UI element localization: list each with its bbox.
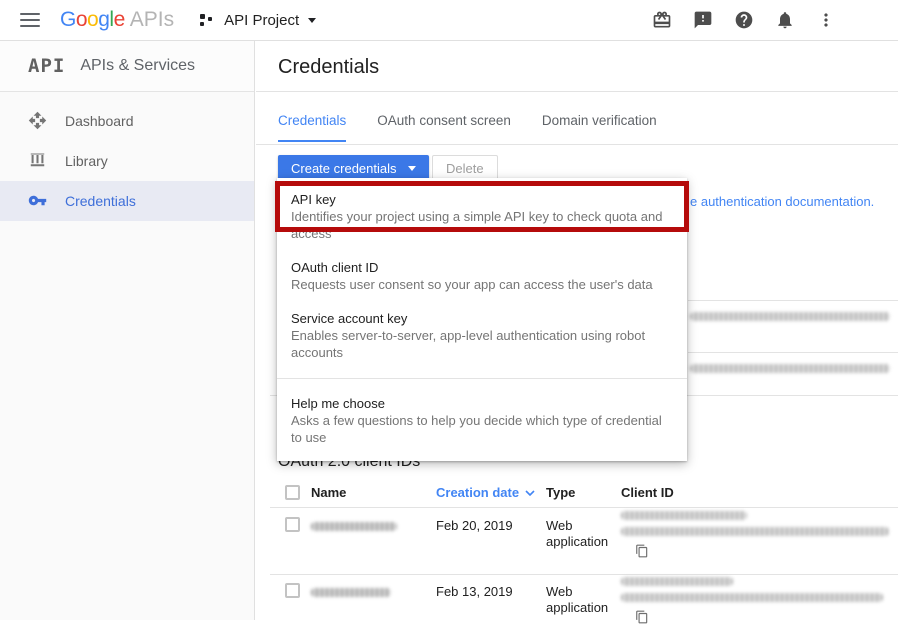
avatar[interactable] bbox=[857, 5, 888, 36]
logo-letter: g bbox=[98, 8, 109, 31]
menu-item-api-key[interactable]: API key Identifies your project using a … bbox=[277, 183, 687, 251]
authentication-documentation-link[interactable]: e authentication documentation. bbox=[690, 194, 874, 209]
help-icon[interactable] bbox=[734, 10, 754, 30]
top-bar: Google APIs API Project bbox=[0, 0, 898, 41]
menu-item-description: Asks a few questions to help you decide … bbox=[291, 412, 673, 446]
logo-letter: o bbox=[76, 8, 87, 31]
logo-suffix: APIs bbox=[130, 8, 174, 32]
redacted-text bbox=[621, 511, 747, 520]
chevron-down-icon bbox=[308, 18, 316, 23]
chevron-down-icon bbox=[408, 166, 416, 171]
redacted-text bbox=[311, 588, 391, 597]
type-cell: Web application bbox=[546, 584, 620, 616]
menu-item-oauth-client-id[interactable]: OAuth client ID Requests user consent so… bbox=[277, 251, 687, 302]
divider bbox=[277, 378, 687, 379]
column-header-type[interactable]: Type bbox=[546, 485, 575, 500]
menu-item-title: OAuth client ID bbox=[291, 259, 673, 276]
menu-item-description: Enables server-to-server, app-level auth… bbox=[291, 327, 673, 361]
project-label: API Project bbox=[224, 12, 299, 29]
create-credentials-menu: API key Identifies your project using a … bbox=[277, 178, 687, 461]
tab-bar: Credentials OAuth consent screen Domain … bbox=[278, 113, 657, 142]
feedback-icon[interactable] bbox=[693, 10, 713, 30]
tab-domain-verification[interactable]: Domain verification bbox=[542, 113, 657, 142]
sort-chevron-icon bbox=[525, 490, 535, 496]
column-header-name[interactable]: Name bbox=[311, 485, 346, 500]
menu-icon[interactable] bbox=[20, 13, 40, 27]
redacted-text bbox=[690, 364, 890, 373]
select-all-checkbox[interactable] bbox=[285, 485, 300, 500]
divider bbox=[270, 507, 898, 508]
redacted-text bbox=[621, 593, 883, 602]
divider bbox=[256, 91, 898, 92]
menu-item-service-account-key[interactable]: Service account key Enables server-to-se… bbox=[277, 302, 687, 370]
tab-credentials[interactable]: Credentials bbox=[278, 113, 346, 142]
creation-date-cell: Feb 20, 2019 bbox=[436, 518, 513, 533]
api-product-logo: API bbox=[28, 55, 65, 77]
divider bbox=[688, 300, 898, 301]
project-selector[interactable]: API Project bbox=[200, 12, 316, 29]
sidebar-header: API APIs & Services bbox=[0, 41, 254, 92]
menu-item-help-me-choose[interactable]: Help me choose Asks a few questions to h… bbox=[277, 387, 687, 455]
sidebar-item-credentials[interactable]: Credentials bbox=[0, 181, 254, 221]
redacted-text bbox=[621, 577, 733, 586]
sidebar-item-dashboard[interactable]: Dashboard bbox=[0, 101, 254, 141]
sidebar-item-library[interactable]: Library bbox=[0, 141, 254, 181]
row-checkbox[interactable] bbox=[285, 517, 300, 532]
creation-date-cell: Feb 13, 2019 bbox=[436, 584, 513, 599]
divider bbox=[270, 574, 898, 575]
library-icon bbox=[28, 151, 48, 171]
menu-item-description: Identifies your project using a simple A… bbox=[291, 208, 673, 242]
row-checkbox[interactable] bbox=[285, 583, 300, 598]
redacted-text bbox=[690, 312, 890, 321]
project-icon bbox=[200, 13, 215, 28]
menu-item-title: Service account key bbox=[291, 310, 673, 327]
redacted-text bbox=[621, 527, 889, 536]
copy-icon[interactable] bbox=[635, 610, 649, 624]
creation-date-label: Creation date bbox=[436, 485, 519, 500]
copy-icon[interactable] bbox=[635, 544, 649, 558]
sidebar-item-label: Library bbox=[65, 153, 108, 169]
logo-letter: o bbox=[87, 8, 98, 31]
key-icon bbox=[28, 191, 48, 211]
menu-item-title: API key bbox=[291, 191, 673, 208]
sidebar-item-label: Credentials bbox=[65, 193, 136, 209]
gift-icon[interactable] bbox=[652, 10, 672, 30]
column-header-creation-date[interactable]: Creation date bbox=[436, 485, 535, 500]
menu-item-title: Help me choose bbox=[291, 395, 673, 412]
sidebar-title: APIs & Services bbox=[80, 57, 195, 75]
sidebar: API APIs & Services Dashboard Library Cr… bbox=[0, 41, 255, 620]
create-credentials-label: Create credentials bbox=[291, 161, 397, 176]
sidebar-item-label: Dashboard bbox=[65, 113, 134, 129]
google-apis-logo[interactable]: Google APIs bbox=[60, 8, 174, 32]
redacted-text bbox=[311, 522, 397, 531]
divider bbox=[688, 352, 898, 353]
divider bbox=[256, 144, 898, 145]
logo-letter: e bbox=[114, 8, 125, 31]
dashboard-icon bbox=[28, 111, 48, 131]
main-content: Credentials Credentials OAuth consent sc… bbox=[256, 41, 898, 620]
notifications-icon[interactable] bbox=[775, 10, 795, 30]
logo-letter: G bbox=[60, 8, 76, 31]
tab-oauth-consent-screen[interactable]: OAuth consent screen bbox=[377, 113, 511, 142]
menu-item-description: Requests user consent so your app can ac… bbox=[291, 276, 673, 293]
type-cell: Web application bbox=[546, 518, 620, 550]
more-vert-icon[interactable] bbox=[816, 10, 836, 30]
column-header-client-id[interactable]: Client ID bbox=[621, 485, 674, 500]
page-title: Credentials bbox=[278, 56, 379, 79]
